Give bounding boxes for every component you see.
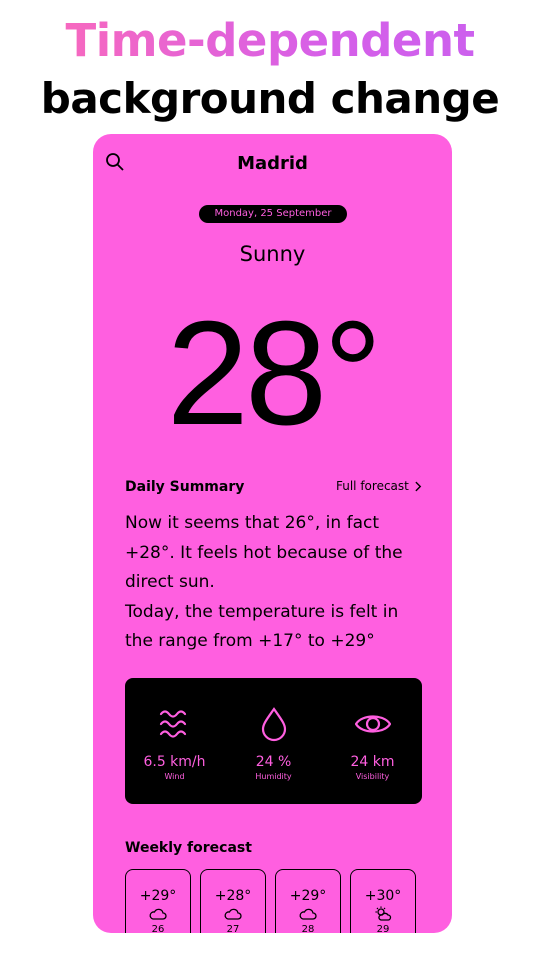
cloud-icon: [149, 908, 167, 920]
weather-app-screen: Madrid Monday, 25 September Sunny 28° Da…: [93, 134, 452, 933]
city-title: Madrid: [237, 153, 308, 174]
visibility-eye-icon: [354, 715, 391, 733]
date-badge: Monday, 25 September: [199, 205, 347, 223]
forecast-date: 26: [151, 924, 165, 933]
summary-paragraph: Now it seems that 26°, in fact +28°. It …: [125, 513, 403, 592]
cloud-icon: [224, 908, 242, 920]
forecast-temp: +29°: [139, 888, 177, 904]
stat-wind: 6.5 km/h Wind: [130, 706, 220, 781]
forecast-temp: +28°: [214, 888, 252, 904]
full-forecast-link[interactable]: Full forecast: [336, 479, 422, 493]
headline-line-1: Time-dependent: [0, 14, 540, 67]
humidity-value: 24 %: [255, 754, 292, 770]
forecast-temp: +29°: [289, 888, 327, 904]
forecast-day-card[interactable]: +29° 26: [125, 869, 191, 933]
daily-summary-text: Now it seems that 26°, in fact +28°. It …: [125, 509, 425, 657]
sun-cloud-icon: [375, 906, 392, 921]
weekly-forecast-list: +29° 26 +28° 27 +29° 28 +30° 29: [125, 869, 416, 933]
full-forecast-label: Full forecast: [336, 479, 409, 493]
daily-summary-title: Daily Summary: [125, 479, 245, 495]
wind-label: Wind: [164, 772, 185, 781]
wind-icon: [159, 710, 186, 738]
weather-stats-card: 6.5 km/h Wind 24 % Humidity 24 km Visibi…: [125, 678, 422, 804]
current-temperature: 28°: [166, 291, 383, 456]
stat-visibility: 24 km Visibility: [328, 706, 418, 781]
humidity-label: Humidity: [255, 772, 292, 781]
visibility-value: 24 km: [350, 754, 395, 770]
stat-humidity: 24 % Humidity: [229, 706, 319, 781]
humidity-drop-icon: [261, 707, 286, 742]
forecast-day-card[interactable]: +29° 28: [275, 869, 341, 933]
forecast-date: 27: [226, 924, 240, 933]
forecast-day-card[interactable]: +30° 29: [350, 869, 416, 933]
weekly-forecast-title: Weekly forecast: [125, 840, 252, 856]
chevron-right-icon: [415, 481, 422, 491]
forecast-date: 29: [376, 924, 390, 933]
summary-paragraph: Today, the temperature is felt in the ra…: [125, 601, 399, 652]
weather-condition: Sunny: [239, 242, 306, 266]
forecast-day-card[interactable]: +28° 27: [200, 869, 266, 933]
visibility-label: Visibility: [355, 772, 390, 781]
headline-line-2: background change: [40, 74, 500, 123]
cloud-icon: [299, 908, 317, 920]
forecast-date: 28: [301, 924, 315, 933]
wind-value: 6.5 km/h: [143, 754, 206, 770]
forecast-temp: +30°: [364, 888, 402, 904]
